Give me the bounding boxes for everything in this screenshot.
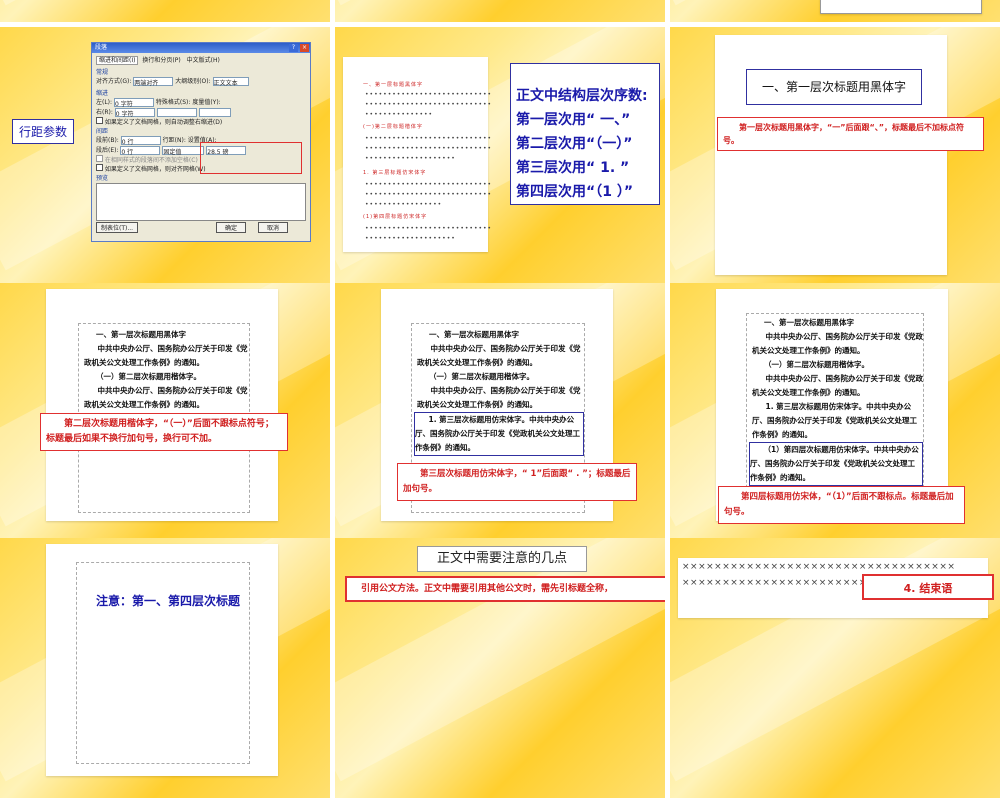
slide-thumbnail-2[interactable] [335, 0, 665, 22]
slide-thumbnail-1[interactable] [0, 0, 330, 22]
sample-line-2: (一)第二层标题楷体字 [363, 124, 423, 130]
points-title: 正文中需要注意的几点 [417, 546, 587, 572]
cancel-button[interactable]: 取消 [258, 222, 289, 233]
alignment-label: 对齐方式(G): [96, 78, 132, 85]
line-spacing-field-label: 行距(N): [162, 137, 186, 144]
space-before-input[interactable]: 0 行 [120, 136, 161, 146]
slide-closing[interactable]: ×××××××××××××××××××××××××××××××××× ×××××… [670, 538, 1000, 798]
body-p1: 中共中央办公厅、国务院办公厅关于印发《党政机关公文处理工作条例》的通知。 [417, 344, 581, 367]
by-input[interactable] [198, 108, 231, 117]
right-indent-input[interactable]: 0 字符 [114, 108, 155, 118]
structure-levels-box: 正文中结构层次序数: 第一层次用“ 一、” 第二层次用“（一）” 第三层次用“ … [510, 63, 660, 205]
third-level-note: 第三层次标题用仿宋体字，“ 1”后面跟“ . ”；标题最后加句号。 [397, 463, 637, 501]
slide-first-level[interactable]: 一、第一层次标题用黑体字 第一层次标题用黑体字，“一”后面跟“、”，标题最后不加… [670, 27, 1000, 287]
body-h1: 一、第一层次标题用黑体字 [764, 318, 854, 327]
body-p1: 中共中央办公厅、国务院办公厅关于印发《党政机关公文处理工作条例》的通知。 [752, 332, 923, 355]
body-h4: （1）第四层次标题用仿宋体字。中共中央办公厅、国务院办公厅关于印发《党政机关公文… [749, 442, 923, 486]
body-text: 一、第一层次标题用黑体字 中共中央办公厅、国务院办公厅关于印发《党政机关公文处理… [746, 313, 924, 513]
tab-asian-typography[interactable]: 中文版式(H) [185, 57, 222, 64]
slide-thumbnail-3[interactable] [670, 0, 1000, 22]
body-p2: 中共中央办公厅、国务院办公厅关于印发《党政机关公文处理工作条例》的通知。 [417, 386, 581, 409]
notes-text: 注意：第一、第四层次标题 [96, 594, 241, 608]
outline-level-select[interactable]: 正文文本 [212, 77, 249, 87]
sample-line-3: 1. 第三层标题仿宋体字 [363, 170, 427, 176]
section-preview: 预览 [96, 175, 109, 182]
tab-line-page-breaks[interactable]: 换行和分页(P) [140, 57, 182, 64]
left-indent-input[interactable]: 0 字符 [113, 98, 154, 108]
outline-level-label: 大纲级别(O): [175, 78, 211, 85]
slide-second-level[interactable]: 一、第一层次标题用黑体字 中共中央办公厅、国务院办公厅关于印发《党政机关公文处理… [0, 283, 330, 543]
ok-button[interactable]: 确定 [216, 222, 247, 233]
section-spacing: 间距 [96, 128, 109, 135]
special-format-select[interactable] [156, 108, 197, 117]
special-format-label: 特殊格式(S): [155, 99, 191, 106]
citation-note: 引用公文方法。正文中需要引用其他公文时，需先引标题全称， [345, 576, 665, 602]
line-spacing-label: 行距参数 [12, 119, 75, 144]
structure-level-1: 第一层次用“ 一、” [516, 112, 631, 128]
first-level-note: 第一层次标题用黑体字，“一”后面跟“、”，标题最后不加标点符号。 [717, 117, 984, 151]
structure-levels-title: 正文中结构层次序数: [516, 88, 648, 104]
body-h2: （一）第二层次标题用楷体字。 [429, 372, 534, 381]
slide-notes[interactable]: 注意：第一、第四层次标题 [0, 538, 330, 798]
slide-structure-levels[interactable]: 一、第一层标题黑体字 •••••••••••••••••••••••••••• … [335, 27, 665, 287]
structure-level-4: 第四层次用“（1 ）” [516, 184, 634, 200]
fourth-level-note: 第四层标题用仿宋体，“（1）”后面不跟标点。标题最后加句号。 [718, 486, 965, 524]
space-before-label: 段前(B): [96, 137, 119, 144]
slide-third-level[interactable]: 一、第一层次标题用黑体字 中共中央办公厅、国务院办公厅关于印发《党政机关公文处理… [335, 283, 665, 543]
x-row-1: ×××××××××××××××××××××××××××××××××× [682, 562, 956, 572]
section-general: 常规 [96, 69, 109, 76]
slide-fourth-level[interactable]: 一、第一层次标题用黑体字 中共中央办公厅、国务院办公厅关于印发《党政机关公文处理… [670, 283, 1000, 543]
by-label: 度量值(Y): [192, 99, 221, 106]
tabs-button[interactable]: 制表位(T)... [96, 222, 139, 233]
sample-line-4: (1)第四层标题仿宋体字 [363, 214, 428, 220]
line-spacing-highlight [200, 142, 302, 174]
body-h2: （一）第二层次标题用楷体字。 [764, 360, 869, 369]
section-indent: 缩进 [96, 90, 109, 97]
preview-pane [96, 183, 306, 221]
slide-points-to-note[interactable]: 正文中需要注意的几点 引用公文方法。正文中需要引用其他公文时，需先引标题全称， [335, 538, 665, 798]
space-after-input[interactable]: 0 行 [120, 146, 161, 156]
space-after-label: 段后(E): [96, 147, 119, 154]
dialog-title-bar: 段落 × ? [92, 43, 310, 53]
second-level-note: 第二层次标题用楷体字，“（一）”后面不跟标点符号；标题最后如果不换行加句号，换行… [40, 413, 288, 451]
auto-indent-checkbox[interactable]: 如果定义了文档网格，则自动调整右缩进(D) [96, 117, 306, 126]
first-level-heading-box: 一、第一层次标题用黑体字 [746, 69, 922, 105]
right-indent-label: 右(R): [96, 109, 113, 116]
line-spacing-select[interactable]: 固定值 [162, 146, 205, 156]
body-p1: 中共中央办公厅、国务院办公厅关于印发《党政机关公文处理工作条例》的通知。 [84, 344, 248, 367]
body-h3: 1. 第三层次标题用仿宋体字。中共中央办公厅、国务院办公厅关于印发《党政机关公文… [414, 412, 584, 456]
closing-label: 4. 结束语 [862, 574, 994, 600]
slide-paragraph-settings[interactable]: 行距参数 段落 × ? 缩进和间距(I) 换行和分页(P) 中文版式(H) 常规… [0, 27, 330, 287]
sample-line-1: 一、第一层标题黑体字 [363, 82, 424, 88]
dialog-title: 段落 [95, 44, 108, 51]
tab-indent-spacing[interactable]: 缩进和间距(I) [96, 56, 139, 65]
body-p2: 中共中央办公厅、国务院办公厅关于印发《党政机关公文处理工作条例》的通知。 [84, 386, 248, 409]
body-h3: 1. 第三层次标题用仿宋体字。中共中央办公厅、国务院办公厅关于印发《党政机关公文… [752, 402, 917, 439]
left-indent-label: 左(L): [96, 99, 113, 106]
help-icon[interactable]: ? [289, 44, 298, 52]
alignment-select[interactable]: 两端对齐 [133, 77, 174, 87]
close-icon[interactable]: × [300, 44, 309, 52]
body-h1: 一、第一层次标题用黑体字 [429, 330, 519, 339]
body-h2: （一）第二层次标题用楷体字。 [96, 372, 201, 381]
sample-document: 一、第一层标题黑体字 •••••••••••••••••••••••••••• … [343, 57, 491, 252]
body-h1: 一、第一层次标题用黑体字 [96, 330, 186, 339]
first-level-heading: 一、第一层次标题用黑体字 [761, 80, 906, 94]
structure-level-2: 第二层次用“（一）” [516, 136, 633, 152]
body-p2: 中共中央办公厅、国务院办公厅关于印发《党政机关公文处理工作条例》的通知。 [752, 374, 923, 397]
structure-level-3: 第三层次用“ 1. ” [516, 160, 630, 176]
